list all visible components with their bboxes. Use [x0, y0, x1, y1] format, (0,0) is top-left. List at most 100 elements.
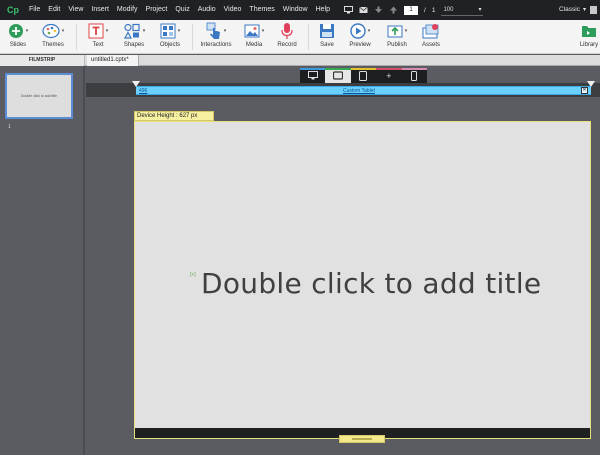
- menu-project[interactable]: Project: [142, 0, 172, 20]
- chevron-down-icon: ▾: [367, 28, 371, 34]
- workspace-switcher[interactable]: Classic ▾: [559, 0, 586, 20]
- total-slides: 1: [431, 6, 436, 14]
- record-button[interactable]: Record: [274, 22, 300, 52]
- arrow-up-icon[interactable]: [389, 6, 398, 14]
- menu-window[interactable]: Window: [279, 0, 312, 20]
- objects-icon: [160, 23, 176, 39]
- chevron-down-icon: ▾: [582, 7, 586, 13]
- device-strip-add: [376, 68, 402, 70]
- device-phone-button[interactable]: [401, 68, 427, 83]
- slides-label: Slides: [9, 42, 27, 48]
- menu-insert[interactable]: Insert: [87, 0, 113, 20]
- shapes-label: Shapes: [123, 42, 145, 48]
- slide-number: 1: [8, 124, 11, 130]
- device-height-label: Device Height : 627 px: [134, 111, 214, 121]
- interactions-button[interactable]: ▾ Interactions: [199, 22, 233, 52]
- mail-icon[interactable]: [359, 6, 368, 14]
- breakpoint-ruler[interactable]: 496 Custom Tablet ✕: [136, 86, 591, 95]
- interactions-label: Interactions: [200, 42, 232, 48]
- menu-audio[interactable]: Audio: [194, 0, 220, 20]
- chevron-down-icon: ▾: [105, 28, 109, 34]
- device-tablet-portrait-button[interactable]: [350, 68, 377, 83]
- breakpoint-marker-left-icon[interactable]: [132, 81, 140, 87]
- grip-icon: [352, 438, 372, 440]
- library-button[interactable]: Library: [578, 22, 600, 52]
- device-strip-phone: [401, 68, 427, 70]
- window-control-icon[interactable]: [590, 6, 597, 14]
- device-strip-desktop: [300, 68, 326, 70]
- publish-label: Publish: [387, 42, 407, 48]
- publish-icon: [387, 25, 403, 38]
- library-icon: [582, 26, 596, 37]
- chevron-down-icon: ▾: [223, 28, 227, 34]
- media-label: Media: [245, 42, 263, 48]
- pointer-hand-icon: [206, 22, 220, 39]
- save-button[interactable]: Save: [315, 22, 339, 52]
- assets-icon: [422, 24, 439, 39]
- slide-canvas[interactable]: [+] Double click to add title: [134, 121, 591, 439]
- slides-button[interactable]: ▾ Slides: [4, 22, 32, 52]
- tablet-portrait-icon: [359, 70, 368, 81]
- menu-bar: Cp File Edit View Insert Modify Project …: [0, 0, 600, 20]
- device-height-resize-handle[interactable]: [339, 435, 385, 443]
- menu-edit[interactable]: Edit: [44, 0, 64, 20]
- device-strip-tablet: [325, 68, 351, 70]
- slide-title-placeholder[interactable]: Double click to add title: [201, 267, 541, 300]
- arrow-down-icon[interactable]: [374, 6, 383, 14]
- add-slide-icon: [8, 24, 23, 38]
- toolbar-divider: [308, 24, 309, 50]
- menu-tools: 1 / 1 100: [344, 5, 484, 16]
- record-label: Record: [277, 42, 297, 48]
- text-button[interactable]: ▾ Text: [84, 22, 112, 52]
- menu-themes[interactable]: Themes: [245, 0, 278, 20]
- menu-quiz[interactable]: Quiz: [171, 0, 193, 20]
- tablet-landscape-icon: [333, 71, 344, 80]
- menu-video[interactable]: Video: [220, 0, 246, 20]
- preview-button[interactable]: ▾ Preview: [345, 22, 375, 52]
- themes-button[interactable]: ▾ Themes: [38, 22, 68, 52]
- menu-view[interactable]: View: [64, 0, 87, 20]
- workspace-label: Classic: [559, 6, 580, 13]
- current-slide-input[interactable]: 1: [404, 5, 419, 15]
- filmstrip-panel: Double click to add title 1: [0, 66, 85, 455]
- menu-help[interactable]: Help: [312, 0, 334, 20]
- add-device-button[interactable]: +: [376, 68, 402, 83]
- library-label: Library: [579, 42, 599, 48]
- breakpoint-marker-right-icon[interactable]: [587, 81, 595, 87]
- objects-button[interactable]: ▾ Objects: [156, 22, 184, 52]
- pager-separator: /: [424, 6, 426, 14]
- device-view-bar: +: [300, 68, 427, 83]
- save-label: Save: [320, 42, 334, 48]
- menu-modify[interactable]: Modify: [113, 0, 142, 20]
- assets-label: Assets: [421, 42, 440, 48]
- shapes-button[interactable]: ▾ Shapes: [119, 22, 149, 52]
- object-marker-icon: [+]: [190, 272, 196, 278]
- monitor-icon[interactable]: [344, 6, 354, 14]
- toolbar-divider: [76, 24, 77, 50]
- preview-label: Preview: [349, 42, 371, 48]
- document-tab[interactable]: untitled1.cptx*: [87, 55, 139, 66]
- shapes-icon: [123, 23, 140, 39]
- stage-area: + 496 Custom Tablet ✕ Device Height : 62…: [86, 66, 600, 455]
- document-tab-bar: untitled1.cptx*: [85, 55, 600, 66]
- device-strip-mobile: [350, 68, 377, 70]
- plus-icon: +: [386, 70, 392, 81]
- chevron-down-icon: ▾: [404, 28, 408, 34]
- media-button[interactable]: ▾ Media: [240, 22, 268, 52]
- device-desktop-button[interactable]: [300, 68, 326, 83]
- ruler-width-value: 496: [139, 88, 148, 94]
- slide-thumbnail[interactable]: Double click to add title: [5, 73, 73, 119]
- publish-button[interactable]: ▾ Publish: [382, 22, 412, 52]
- microphone-icon: [281, 23, 293, 39]
- assets-button[interactable]: Assets: [418, 22, 444, 52]
- app-logo: Cp: [7, 5, 19, 15]
- chevron-down-icon: ▾: [261, 28, 265, 34]
- device-tablet-landscape-button[interactable]: [325, 68, 351, 83]
- palette-icon: [42, 23, 60, 39]
- play-icon: [350, 23, 366, 39]
- close-icon[interactable]: ✕: [581, 87, 588, 94]
- text-label: Text: [92, 42, 104, 48]
- menu-file[interactable]: File: [25, 0, 44, 20]
- ruler-device-label[interactable]: Custom Tablet: [343, 87, 375, 95]
- zoom-select[interactable]: 100: [441, 5, 484, 16]
